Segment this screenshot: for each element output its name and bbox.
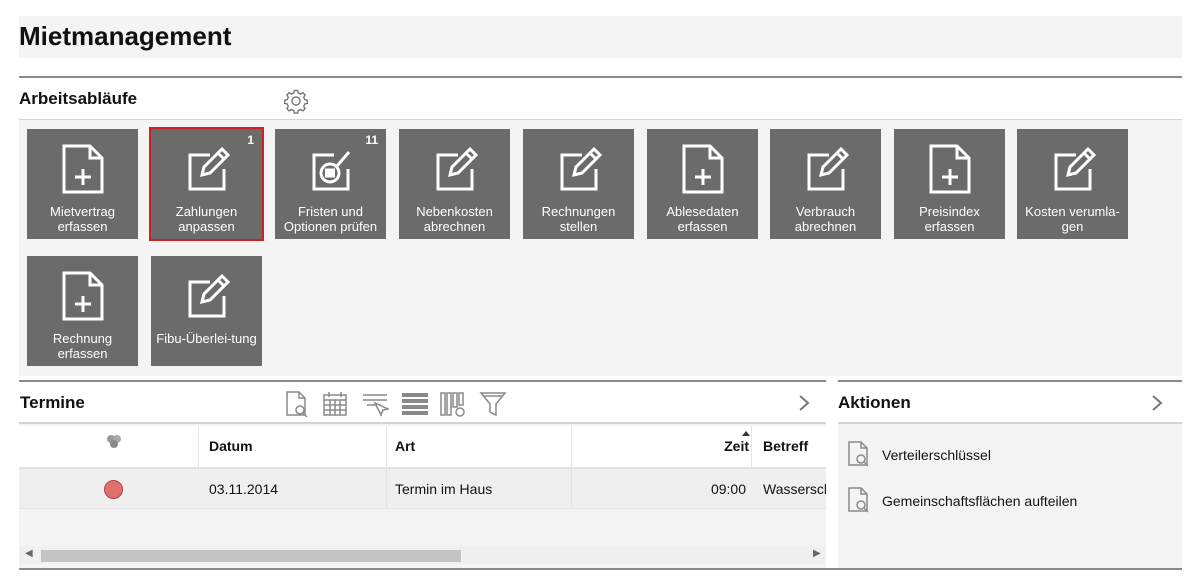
page-title: Mietmanagement — [19, 21, 232, 51]
tile-nebenkosten-abrechnen[interactable]: Nebenkosten abrechnen — [399, 129, 510, 239]
table-row[interactable]: 03.11.2014 Termin im Haus 09:00 Wassersc… — [19, 469, 826, 509]
tile-label: Ablesedaten erfassen — [666, 204, 739, 234]
tile-zahlungen-anpassen[interactable]: 1 Zahlungen anpassen — [149, 127, 264, 241]
tile-label: Preisindex erfassen — [919, 204, 980, 234]
tile-label: Zahlungen anpassen — [175, 204, 238, 234]
tile-badge: 11 — [365, 133, 378, 147]
status-indicator — [104, 480, 123, 499]
cell-art: Termin im Haus — [387, 469, 572, 509]
cell-datum: 03.11.2014 — [199, 469, 387, 509]
tile-fristen-und-optionen[interactable]: 11 Fristen und Optionen prüfen — [275, 129, 386, 239]
tile-rechnungen-stellen[interactable]: Rechnungen stellen — [523, 129, 634, 239]
column-header-status — [19, 426, 199, 467]
doc-plus-icon — [929, 144, 971, 194]
edit-icon — [188, 146, 230, 191]
doc-search-icon[interactable] — [283, 389, 311, 419]
tile-kosten-verumlagen[interactable]: Kosten verumla-gen — [1017, 129, 1128, 239]
edit-icon — [560, 146, 602, 191]
doc-plus-icon — [682, 144, 724, 194]
column-header-datum[interactable]: Datum — [199, 426, 387, 467]
cell-zeit: 09:00 — [710, 481, 746, 497]
tile-label: Kosten verumla-gen — [1025, 204, 1120, 234]
workflows-panel: Arbeitsabläufe Mietvertrag erfassen 1 Za… — [19, 76, 1182, 376]
tile-label: Mietvertrag erfassen — [49, 204, 116, 234]
termine-header: Termine — [19, 382, 826, 424]
chevron-right-icon[interactable] — [1150, 394, 1164, 412]
tile-mietvertrag-erfassen[interactable]: Mietvertrag erfassen — [27, 129, 138, 239]
termine-title: Termine — [20, 393, 85, 412]
doc-plus-icon — [62, 271, 104, 321]
table-header: Datum Art Zeit Betreff — [19, 426, 826, 469]
tile-preisindex-erfassen[interactable]: Preisindex erfassen — [894, 129, 1005, 239]
horizontal-scrollbar[interactable]: ◀ ▶ — [19, 546, 826, 564]
bottom-divider — [19, 568, 1182, 570]
workflows-title: Arbeitsabläufe — [19, 89, 138, 108]
tile-ablesedaten-erfassen[interactable]: Ablesedaten erfassen — [647, 129, 758, 239]
action-label: Gemeinschaftsflächen aufteilen — [882, 493, 1078, 509]
aktionen-panel: Aktionen Verteilerschlüssel Gemeinschaft… — [838, 380, 1182, 568]
tile-verbrauch-abrechnen[interactable]: Verbrauch abrechnen — [770, 129, 881, 239]
doc-search-icon — [848, 487, 869, 513]
scrollbar-thumb[interactable] — [41, 550, 461, 562]
gear-icon[interactable] — [282, 87, 310, 115]
edit-icon — [436, 146, 478, 191]
tile-badge: 1 — [247, 133, 254, 147]
tile-label: Verbrauch abrechnen — [794, 204, 857, 234]
action-label: Verteilerschlüssel — [882, 447, 991, 463]
chevron-right-icon[interactable] — [797, 394, 811, 412]
select-rows-icon[interactable] — [361, 389, 389, 419]
filter-icon[interactable] — [479, 389, 507, 419]
aktionen-title: Aktionen — [838, 393, 911, 412]
termine-panel: Termine Datum Art Zeit Betreff 03.11.201… — [19, 380, 826, 568]
column-header-betreff[interactable]: Betreff — [763, 426, 826, 467]
tile-label: Nebenkosten abrechnen — [416, 204, 493, 234]
tile-fibu-ueberleitung[interactable]: Fibu-Überlei-tung — [151, 256, 262, 366]
sort-ascending-icon — [742, 431, 750, 436]
edit-icon — [807, 146, 849, 191]
doc-plus-icon — [62, 144, 104, 194]
column-settings-icon[interactable] — [439, 389, 467, 419]
calendar-icon[interactable] — [321, 389, 349, 419]
scroll-right-icon[interactable]: ▶ — [813, 548, 821, 559]
tile-label: Fristen und Optionen prüfen — [283, 204, 378, 234]
page-header: Mietmanagement — [19, 16, 1182, 58]
column-header-zeit[interactable]: Zeit — [572, 426, 752, 467]
scroll-left-icon[interactable]: ◀ — [25, 548, 33, 559]
rows-icon[interactable] — [401, 389, 429, 419]
column-header-art[interactable]: Art — [387, 426, 572, 467]
tile-label: Fibu-Überlei-tung — [156, 331, 257, 346]
termine-table: Datum Art Zeit Betreff 03.11.2014 Termin… — [19, 426, 826, 509]
tile-label: Rechnungen stellen — [541, 204, 616, 234]
doc-search-icon — [848, 441, 869, 467]
tile-rechnung-erfassen[interactable]: Rechnung erfassen — [27, 256, 138, 366]
workflows-header: Arbeitsabläufe — [19, 78, 1182, 120]
edit-icon — [188, 273, 230, 318]
cell-betreff: Wasserschaden — [763, 481, 826, 497]
aktionen-header: Aktionen — [838, 382, 1182, 424]
list-edit-icon — [312, 151, 351, 191]
tile-label: Rechnung erfassen — [52, 331, 113, 361]
edit-icon — [1054, 146, 1096, 191]
